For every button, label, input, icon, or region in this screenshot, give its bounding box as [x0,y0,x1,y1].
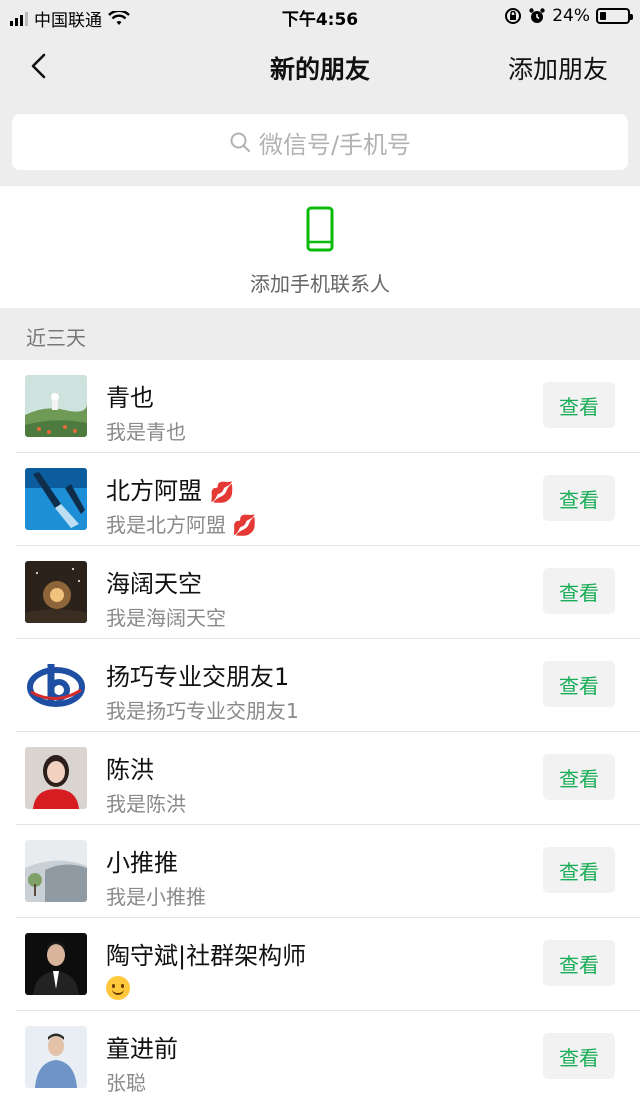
status-right: 24% [504,6,633,26]
kiss-emoji-icon: 💋 [209,480,235,504]
avatar [25,933,87,995]
friend-message: 我是陈洪 [106,792,186,816]
view-button[interactable]: 查看 [543,382,615,428]
friend-name: 扬巧专业交朋友1 [106,663,290,691]
friend-name: 小推推 [106,849,178,877]
add-friend-button[interactable]: 添加朋友 [508,50,608,86]
friend-row-taoshoubin[interactable]: 陶守斌|社群架构师 查看 [0,918,640,1011]
view-button[interactable]: 查看 [543,940,615,986]
add-phone-contacts-label: 添加手机联系人 [250,272,390,296]
friend-message-text: 我是北方阿盟 [106,513,226,537]
battery-icon [596,8,633,24]
section-header: 近三天 [0,308,640,360]
search-input[interactable]: 微信号/手机号 [12,114,628,170]
add-phone-contacts[interactable]: 添加手机联系人 [0,186,640,308]
friend-name: 海阔天空 [106,570,202,598]
friend-row-beifangameng[interactable]: 北方阿盟 💋 我是北方阿盟 💋 查看 [0,453,640,546]
view-button[interactable]: 查看 [543,661,615,707]
friend-row-tongjinqian[interactable]: 童进前 张聪 查看 [0,1011,640,1104]
view-button[interactable]: 查看 [543,847,615,893]
friend-name: 童进前 [106,1035,178,1063]
friend-message: 我是青也 [106,420,186,444]
alarm-icon [529,8,545,23]
search-icon [230,132,250,152]
avatar [25,375,87,437]
friend-request-list: 青也 我是青也 查看 北方阿盟 💋 我是北方阿盟 💋 查看 海阔天空 我是海阔天… [0,360,640,1104]
search-placeholder: 微信号/手机号 [258,130,412,159]
friend-message: 我是北方阿盟 💋 [106,509,257,538]
view-button[interactable]: 查看 [543,568,615,614]
friend-name-text: 北方阿盟 [106,477,202,505]
phone-icon [306,206,334,252]
friend-name: 北方阿盟 💋 [106,471,235,506]
avatar [25,840,87,902]
avatar [25,468,87,530]
friend-row-haikuotiankong[interactable]: 海阔天空 我是海阔天空 查看 [0,546,640,639]
friend-name: 陶守斌|社群架构师 [106,942,307,970]
friend-row-chenhong[interactable]: 陈洪 我是陈洪 查看 [0,732,640,825]
avatar [25,654,87,716]
avatar [25,747,87,809]
friend-row-xiaotuitui[interactable]: 小推推 我是小推推 查看 [0,825,640,918]
friend-row-yangqiao[interactable]: 扬巧专业交朋友1 我是扬巧专业交朋友1 查看 [0,639,640,732]
battery-fill [600,12,606,20]
friend-message [106,974,130,1000]
status-bar: 中国联通 下午4:56 24% [0,0,640,34]
rotation-lock-icon [505,8,522,24]
section-title: 近三天 [26,326,86,350]
smile-emoji-icon [106,975,130,1000]
friend-name: 青也 [106,384,154,412]
avatar [25,1026,87,1088]
avatar [25,561,87,623]
friend-message: 张聪 [106,1071,146,1095]
nav-bar: 新的朋友 添加朋友 [0,34,640,98]
friend-row-qingye[interactable]: 青也 我是青也 查看 [0,360,640,453]
friend-message: 我是扬巧专业交朋友1 [106,699,299,723]
view-button[interactable]: 查看 [543,475,615,521]
battery-percent: 24% [552,6,590,26]
kiss-emoji-icon: 💋 [232,513,258,537]
view-button[interactable]: 查看 [543,754,615,800]
view-button[interactable]: 查看 [543,1033,615,1079]
friend-message: 我是海阔天空 [106,606,226,630]
friend-message: 我是小推推 [106,885,206,909]
friend-name: 陈洪 [106,756,154,784]
